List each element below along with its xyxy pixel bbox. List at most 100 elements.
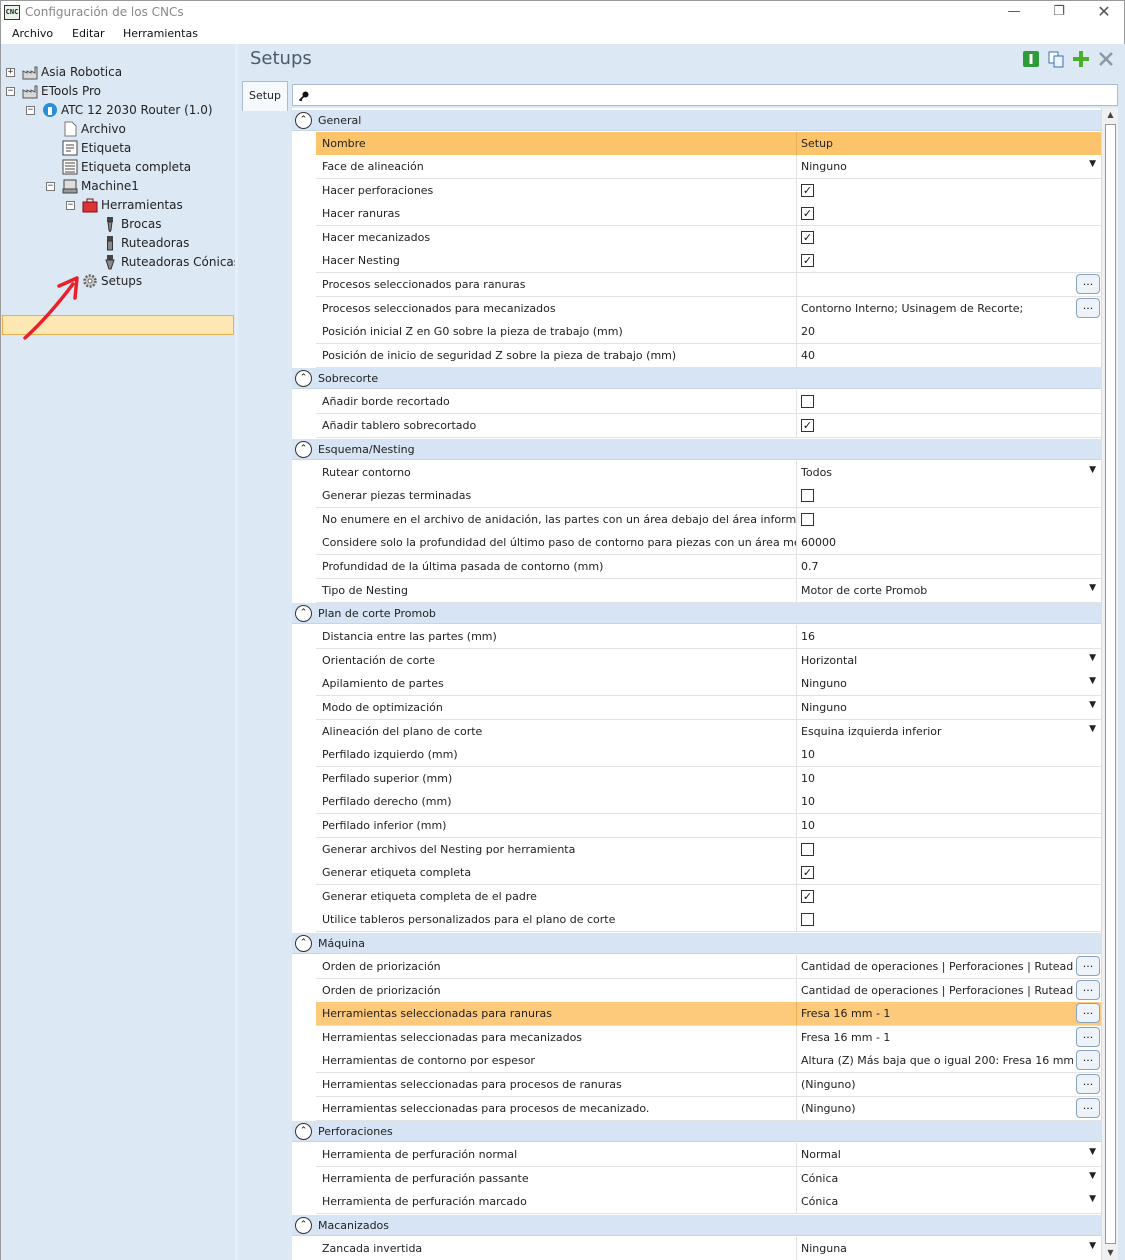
property-row[interactable]: Generar etiqueta completa ✓ [316,861,1101,886]
property-checkbox[interactable]: ✓ [801,889,814,903]
property-row[interactable]: Herramientas seleccionadas para procesos… [316,1073,1101,1097]
property-value[interactable]: 40 [797,344,1101,367]
property-row[interactable]: Considere solo la profundidad del último… [316,531,1101,556]
property-row[interactable]: Rutear contorno Todos ▼ [316,460,1101,485]
collapse-group-icon[interactable]: ⌃ [295,440,312,458]
property-value[interactable]: Ninguno [797,696,1101,719]
collapse-icon[interactable]: − [26,106,35,115]
property-row[interactable]: Face de alineación Ninguno ▼ [316,155,1101,179]
ellipsis-button[interactable]: ... [1076,979,1100,1000]
property-row[interactable]: Herramienta de perfuración passante Cónic… [316,1166,1101,1191]
dropdown-arrow-icon[interactable]: ▼ [1089,653,1096,663]
property-row[interactable]: Herramientas seleccionadas para procesos… [316,1096,1101,1121]
property-checkbox[interactable]: ✓ [801,207,814,221]
add-icon[interactable] [1072,50,1090,68]
dropdown-arrow-icon[interactable]: ▼ [1089,465,1096,475]
tree-item-archivo[interactable]: Archivo [1,120,234,139]
vertical-scrollbar[interactable]: ▲ ▼ [1101,108,1118,1260]
property-checkbox[interactable] [801,913,814,927]
property-value[interactable]: Esquina izquierda inferior [797,720,1101,743]
property-row[interactable]: Posición de inicio de seguridad Z sobre … [316,343,1101,368]
menu-archivo[interactable]: Archivo [12,27,53,40]
property-checkbox[interactable]: ✓ [801,183,814,197]
minimize-button[interactable]: — [991,1,1037,23]
property-value[interactable]: Motor de corte Promob [797,579,1101,602]
property-value[interactable]: Ninguno [797,155,1101,178]
tree-item-etiqueta[interactable]: Etiqueta [1,139,234,158]
property-row[interactable]: Procesos seleccionados para ranuras... [316,273,1101,297]
property-value[interactable]: 60000 [797,531,1101,554]
dropdown-arrow-icon[interactable]: ▼ [1089,676,1096,686]
property-value[interactable]: Cónica [797,1167,1101,1190]
property-row[interactable]: Generar archivos del Nesting por herrami… [316,837,1101,862]
group-sobrecorte[interactable]: ⌃ Sobrecorte [292,368,1101,390]
property-row[interactable]: Perfilado izquierdo (mm) 10 [316,743,1101,768]
dropdown-arrow-icon[interactable]: ▼ [1089,700,1096,710]
property-row[interactable]: Hacer perforaciones ✓ [316,178,1101,203]
property-value[interactable]: Fresa 16 mm - 1 [797,1026,1073,1049]
property-value[interactable]: Altura (Z) Más baja que o igual 200: Fre… [797,1049,1073,1072]
property-row[interactable]: Perfilado superior (mm) 10 [316,766,1101,791]
ellipsis-button[interactable]: ... [1076,297,1100,318]
dropdown-arrow-icon[interactable]: ▼ [1089,1241,1096,1251]
scroll-thumb[interactable] [1105,124,1116,1244]
property-row[interactable]: Utilice tableros personalizados para el … [316,908,1101,933]
ellipsis-button[interactable]: ... [1076,1003,1100,1024]
property-value[interactable]: Horizontal [797,649,1101,672]
property-value[interactable]: 20 [797,320,1101,343]
property-value[interactable]: 10 [797,743,1101,766]
property-value[interactable]: 0.7 [797,555,1101,578]
info-icon[interactable] [1022,50,1040,68]
property-row[interactable]: Hacer ranuras ✓ [316,202,1101,227]
collapse-icon[interactable]: − [46,182,55,191]
scroll-down-icon[interactable]: ▼ [1102,1246,1119,1260]
tree-item-brocas[interactable]: Brocas [1,215,234,234]
delete-icon[interactable] [1097,50,1115,68]
property-checkbox[interactable]: ✓ [801,866,814,880]
property-value[interactable]: Fresa 16 mm - 1 [797,1002,1073,1025]
menu-herramientas[interactable]: Herramientas [123,27,198,40]
property-checkbox[interactable]: ✓ [801,230,814,244]
property-row[interactable]: Herramientas seleccionadas para mecaniza… [316,1025,1101,1050]
tree-item-etiqueta-completa[interactable]: Etiqueta completa [1,158,234,177]
property-row[interactable]: Modo de optimización Ninguno ▼ [316,696,1101,720]
restore-button[interactable]: ❐ [1036,1,1082,23]
property-row[interactable]: Hacer Nesting ✓ [316,249,1101,274]
property-value[interactable] [797,273,1073,296]
collapse-group-icon[interactable]: ⌃ [295,112,312,129]
tree-item-ruteadoras-c-nicas[interactable]: Ruteadoras Cónicas [1,253,240,272]
group-m-quina[interactable]: ⌃ Máquina [292,933,1101,954]
property-row[interactable]: Hacer mecanizados ✓ [316,225,1101,250]
collapse-icon[interactable]: − [66,201,75,210]
dropdown-arrow-icon[interactable]: ▼ [1089,159,1096,169]
dropdown-arrow-icon[interactable]: ▼ [1089,724,1096,734]
property-row[interactable]: Procesos seleccionados para mecanizados C… [316,296,1101,321]
group-general[interactable]: ⌃ General [292,110,1101,131]
property-row[interactable]: Generar piezas terminadas [316,484,1101,509]
property-value[interactable]: 10 [797,790,1101,813]
property-value[interactable]: Contorno Interno; Usinagem de Recorte; [797,297,1073,320]
property-row[interactable]: Herramienta de perfuración marcado Cónica… [316,1190,1101,1215]
property-checkbox[interactable] [801,512,814,526]
property-row[interactable]: Herramientas de contorno por espesor Altu… [316,1049,1101,1074]
property-value[interactable]: Ninguno [797,672,1101,695]
property-row[interactable]: Herramientas seleccionadas para ranuras F… [316,1002,1101,1027]
property-value[interactable]: Cónica [797,1190,1101,1213]
property-row[interactable]: Apilamiento de partes Ninguno ▼ [316,672,1101,697]
property-row[interactable]: Alineación del plano de corte Esquina izq… [316,719,1101,744]
tab-setup[interactable]: Setup [242,81,288,111]
property-row[interactable]: Tipo de Nesting Motor de corte Promob ▼ [316,578,1101,603]
tree-item-etools-pro[interactable]: − ETools Pro [1,82,234,101]
ellipsis-button[interactable]: ... [1076,274,1100,294]
property-row[interactable]: Posición inicial Z en G0 sobre la pieza … [316,320,1101,345]
property-value[interactable]: 10 [797,814,1101,837]
collapse-group-icon[interactable]: ⌃ [295,935,312,952]
property-checkbox[interactable]: ✓ [801,254,814,268]
ellipsis-button[interactable]: ... [1076,1026,1100,1047]
property-value[interactable]: Todos [797,461,1101,484]
tree-item-asia-robotica[interactable]: + Asia Robotica [1,63,234,82]
property-row[interactable]: Profundidad de la última pasada de conto… [316,555,1101,579]
tree-item-atc-12-2030-router-1-0-[interactable]: − ATC 12 2030 Router (1.0) [1,101,234,120]
property-value[interactable]: 16 [797,625,1101,648]
collapse-group-icon[interactable]: ⌃ [295,1123,312,1141]
